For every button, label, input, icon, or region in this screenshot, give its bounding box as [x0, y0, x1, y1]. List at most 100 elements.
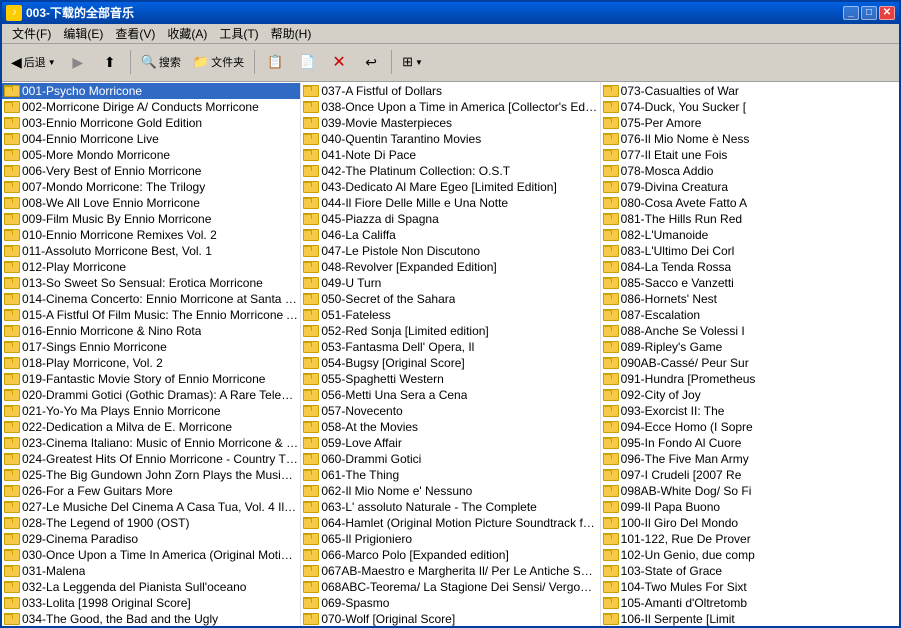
list-item[interactable]: 088-Anche Se Volessi I	[601, 323, 899, 339]
list-item[interactable]: 032-La Leggenda del Pianista Sull'oceano	[2, 579, 300, 595]
list-item[interactable]: 063-L' assoluto Naturale - The Complete	[301, 499, 599, 515]
list-item[interactable]: 099-Il Papa Buono	[601, 499, 899, 515]
list-item[interactable]: 102-Un Genio, due comp	[601, 547, 899, 563]
list-item[interactable]: 040-Quentin Tarantino Movies	[301, 131, 599, 147]
list-item[interactable]: 087-Escalation	[601, 307, 899, 323]
list-item[interactable]: 003-Ennio Morricone Gold Edition	[2, 115, 300, 131]
list-item[interactable]: 068ABC-Teorema/ La Stagione Dei Sensi/ V…	[301, 579, 599, 595]
list-item[interactable]: 096-The Five Man Army	[601, 451, 899, 467]
copy-button[interactable]: 📄	[292, 47, 322, 77]
list-item[interactable]: 008-We All Love Ennio Morricone	[2, 195, 300, 211]
list-item[interactable]: 105-Amanti d'Oltretomb	[601, 595, 899, 611]
list-item[interactable]: 038-Once Upon a Time in America [Collect…	[301, 99, 599, 115]
list-item[interactable]: 024-Greatest Hits Of Ennio Morricone - C…	[2, 451, 300, 467]
list-item[interactable]: 050-Secret of the Sahara	[301, 291, 599, 307]
list-item[interactable]: 046-La Califfa	[301, 227, 599, 243]
list-item[interactable]: 066-Marco Polo [Expanded edition]	[301, 547, 599, 563]
list-item[interactable]: 055-Spaghetti Western	[301, 371, 599, 387]
list-item[interactable]: 074-Duck, You Sucker [	[601, 99, 899, 115]
list-item[interactable]: 034-The Good, the Bad and the Ugly	[2, 611, 300, 626]
list-item[interactable]: 049-U Turn	[301, 275, 599, 291]
list-item[interactable]: 044-Il Fiore Delle Mille e Una Notte	[301, 195, 599, 211]
menu-item[interactable]: 查看(V)	[109, 23, 161, 44]
list-item[interactable]: 094-Ecce Homo (I Sopre	[601, 419, 899, 435]
list-item[interactable]: 001-Psycho Morricone	[2, 83, 300, 99]
list-item[interactable]: 104-Two Mules For Sixt	[601, 579, 899, 595]
list-item[interactable]: 095-In Fondo Al Cuore	[601, 435, 899, 451]
list-item[interactable]: 006-Very Best of Ennio Morricone	[2, 163, 300, 179]
list-item[interactable]: 010-Ennio Morricone Remixes Vol. 2	[2, 227, 300, 243]
list-item[interactable]: 052-Red Sonja [Limited edition]	[301, 323, 599, 339]
list-item[interactable]: 077-Il Etait une Fois	[601, 147, 899, 163]
menu-item[interactable]: 工具(T)	[213, 23, 264, 44]
up-button[interactable]: ⬆	[95, 47, 125, 77]
list-item[interactable]: 022-Dedication a Milva de E. Morricone	[2, 419, 300, 435]
list-item[interactable]: 016-Ennio Morricone & Nino Rota	[2, 323, 300, 339]
list-item[interactable]: 007-Mondo Morricone: The Trilogy	[2, 179, 300, 195]
list-item[interactable]: 059-Love Affair	[301, 435, 599, 451]
list-item[interactable]: 073-Casualties of War	[601, 83, 899, 99]
list-item[interactable]: 029-Cinema Paradiso	[2, 531, 300, 547]
menu-item[interactable]: 文件(F)	[6, 23, 57, 44]
close-button[interactable]: ✕	[879, 6, 895, 20]
list-item[interactable]: 064-Hamlet (Original Motion Picture Soun…	[301, 515, 599, 531]
list-item[interactable]: 098AB-White Dog/ So Fi	[601, 483, 899, 499]
list-item[interactable]: 070-Wolf [Original Score]	[301, 611, 599, 626]
list-item[interactable]: 060-Drammi Gotici	[301, 451, 599, 467]
list-item[interactable]: 062-Il Mio Nome e' Nessuno	[301, 483, 599, 499]
list-item[interactable]: 092-City of Joy	[601, 387, 899, 403]
list-item[interactable]: 023-Cinema Italiano: Music of Ennio Morr…	[2, 435, 300, 451]
list-item[interactable]: 027-Le Musiche Del Cinema A Casa Tua, Vo…	[2, 499, 300, 515]
list-item[interactable]: 048-Revolver [Expanded Edition]	[301, 259, 599, 275]
list-item[interactable]: 078-Mosca Addio	[601, 163, 899, 179]
list-item[interactable]: 082-L'Umanoide	[601, 227, 899, 243]
list-item[interactable]: 019-Fantastic Movie Story of Ennio Morri…	[2, 371, 300, 387]
folder-button[interactable]: 📁 文件夹	[188, 47, 249, 77]
list-item[interactable]: 069-Spasmo	[301, 595, 599, 611]
list-item[interactable]: 014-Cinema Concerto: Ennio Morricone at …	[2, 291, 300, 307]
list-item[interactable]: 047-Le Pistole Non Discutono	[301, 243, 599, 259]
list-item[interactable]: 100-Il Giro Del Mondo	[601, 515, 899, 531]
list-item[interactable]: 083-L'Ultimo Dei Corl	[601, 243, 899, 259]
move-button[interactable]: 📋	[260, 47, 290, 77]
menu-item[interactable]: 收藏(A)	[161, 23, 213, 44]
list-item[interactable]: 009-Film Music By Ennio Morricone	[2, 211, 300, 227]
forward-button[interactable]: ▶	[63, 47, 93, 77]
list-item[interactable]: 076-Il Mio Nome è Ness	[601, 131, 899, 147]
list-item[interactable]: 021-Yo-Yo Ma Plays Ennio Morricone	[2, 403, 300, 419]
list-item[interactable]: 056-Metti Una Sera a Cena	[301, 387, 599, 403]
list-item[interactable]: 091-Hundra [Prometheus	[601, 371, 899, 387]
list-item[interactable]: 041-Note Di Pace	[301, 147, 599, 163]
list-item[interactable]: 031-Malena	[2, 563, 300, 579]
list-item[interactable]: 015-A Fistful Of Film Music: The Ennio M…	[2, 307, 300, 323]
list-item[interactable]: 097-I Crudeli [2007 Re	[601, 467, 899, 483]
undo-button[interactable]: ↩	[356, 47, 386, 77]
list-item[interactable]: 013-So Sweet So Sensual: Erotica Morrico…	[2, 275, 300, 291]
list-item[interactable]: 080-Cosa Avete Fatto A	[601, 195, 899, 211]
list-item[interactable]: 030-Once Upon a Time In America (Origina…	[2, 547, 300, 563]
list-item[interactable]: 058-At the Movies	[301, 419, 599, 435]
list-item[interactable]: 081-The Hills Run Red	[601, 211, 899, 227]
list-item[interactable]: 079-Divina Creatura	[601, 179, 899, 195]
list-item[interactable]: 103-State of Grace	[601, 563, 899, 579]
list-item[interactable]: 011-Assoluto Morricone Best, Vol. 1	[2, 243, 300, 259]
list-item[interactable]: 106-Il Serpente [Limit	[601, 611, 899, 626]
list-item[interactable]: 089-Ripley's Game	[601, 339, 899, 355]
list-item[interactable]: 039-Movie Masterpieces	[301, 115, 599, 131]
list-item[interactable]: 084-La Tenda Rossa	[601, 259, 899, 275]
list-item[interactable]: 061-The Thing	[301, 467, 599, 483]
list-item[interactable]: 057-Novecento	[301, 403, 599, 419]
menu-item[interactable]: 编辑(E)	[57, 23, 109, 44]
view-button[interactable]: ⊞ ▼	[397, 47, 428, 77]
list-item[interactable]: 017-Sings Ennio Morricone	[2, 339, 300, 355]
list-item[interactable]: 033-Lolita [1998 Original Score]	[2, 595, 300, 611]
delete-button[interactable]: ✕	[324, 47, 354, 77]
menu-item[interactable]: 帮助(H)	[265, 23, 318, 44]
list-item[interactable]: 075-Per Amore	[601, 115, 899, 131]
list-item[interactable]: 045-Piazza di Spagna	[301, 211, 599, 227]
list-item[interactable]: 042-The Platinum Collection: O.S.T	[301, 163, 599, 179]
list-item[interactable]: 090AB-Cassé/ Peur Sur	[601, 355, 899, 371]
list-item[interactable]: 025-The Big Gundown John Zorn Plays the …	[2, 467, 300, 483]
list-item[interactable]: 018-Play Morricone, Vol. 2	[2, 355, 300, 371]
list-item[interactable]: 051-Fateless	[301, 307, 599, 323]
